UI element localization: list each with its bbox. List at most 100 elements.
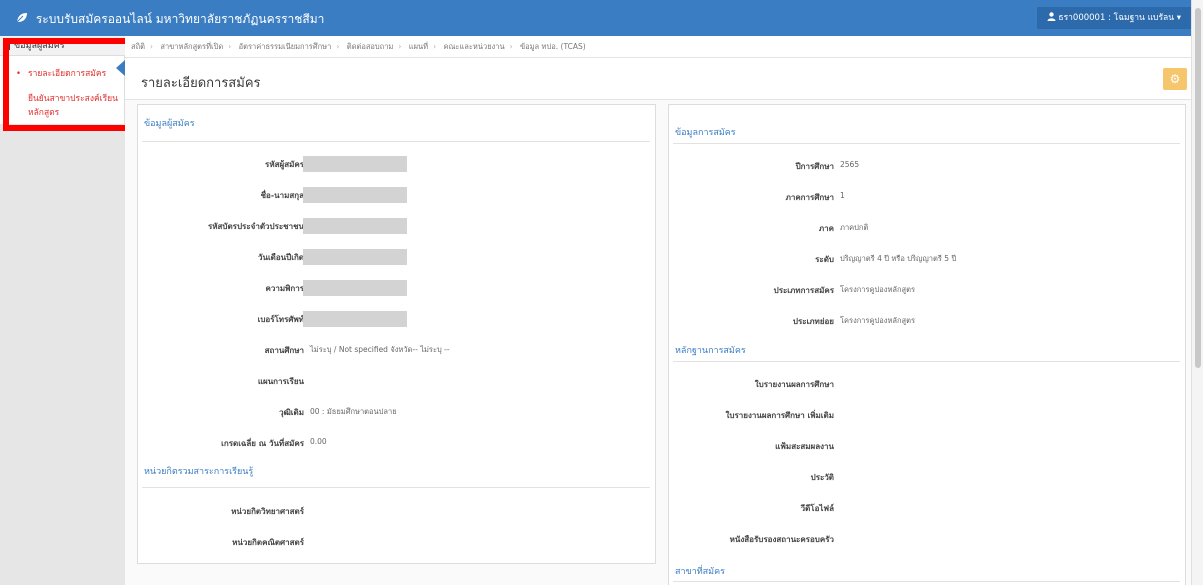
chevron-right-icon: › [150, 42, 153, 51]
sidebar: ข้อมูลผู้สมัคร รายละเอียดการสมัคร ยืนยัน… [0, 36, 125, 585]
top-navbar: ระบบรับสมัครออนไลน์ มหาวิทยาลัยราชภัฏนคร… [0, 0, 1191, 36]
field-label: ภาค [818, 224, 834, 233]
evidence-row: หนังสือรับรองสถานะครอบครัว [669, 533, 834, 549]
field-label: ประวัติ [810, 473, 834, 482]
page-scrollbar[interactable] [1191, 0, 1203, 585]
redacted-value [303, 311, 407, 327]
field-label: หน่วยกิตวิทยาศาสตร์ [231, 507, 304, 516]
section-title: ข้อมูลการสมัคร [675, 128, 736, 138]
user-menu[interactable]: ธรา000001 : โฉมฐาน แบรัลน ▾ [1036, 7, 1191, 29]
field-label: แฟ้มสะสมผลงาน [775, 442, 834, 451]
chevron-right-icon: › [433, 42, 437, 51]
chevron-right-icon: › [398, 42, 402, 51]
field-label: วีดีโอไฟล์ [800, 504, 834, 513]
chevron-right-icon: › [228, 42, 232, 51]
sidebar-menu: รายละเอียดการสมัคร ยืนยันสาขาประสงค์เรีย… [0, 56, 125, 124]
evidence-row: วีดีโอไฟล์ [669, 502, 834, 518]
field-value: 00 : มัธยมศึกษาตอนปลาย [310, 407, 397, 416]
info-row: หน่วยกิตวิทยาศาสตร์ [138, 505, 304, 521]
info-row: สถานศึกษา [138, 344, 304, 360]
settings-button[interactable]: ⚙ [1163, 68, 1187, 90]
field-label: ชื่อ-นามสกุล [260, 191, 304, 200]
evidence-row: ประวัติ [669, 471, 834, 487]
info-row: ปีการศึกษา [669, 160, 834, 176]
page-title: รายละเอียดการสมัคร [141, 76, 261, 91]
info-row: ภาคการศึกษา [669, 191, 834, 207]
info-row: เกรดเฉลี่ย ณ วันที่สมัคร [138, 437, 304, 453]
field-label: ภาคการศึกษา [785, 193, 834, 202]
field-label: เบอร์โทรศัพท์ [257, 315, 304, 324]
divider [673, 143, 1180, 144]
divider [142, 141, 650, 142]
field-label: หน่วยกิตคณิตศาสตร์ [232, 538, 304, 547]
field-value: 2565 [840, 160, 860, 169]
redacted-value [303, 218, 407, 234]
field-label: ใบรายงานผลการศึกษา [754, 380, 834, 389]
info-row: หน่วยกิตคณิตศาสตร์ [138, 536, 304, 552]
divider [673, 361, 1180, 362]
user-icon [4, 42, 10, 50]
breadcrumb-item[interactable]: คณะและหน่วยงาน [443, 42, 504, 51]
field-label: ระดับ [815, 255, 834, 264]
app-brand[interactable]: ระบบรับสมัครออนไลน์ มหาวิทยาลัยราชภัฏนคร… [16, 10, 324, 29]
info-row: แผนการเรียน [138, 375, 304, 391]
evidence-row: แฟ้มสะสมผลงาน [669, 440, 834, 456]
info-row: ภาค [669, 222, 834, 238]
field-value: ภาคปกติ [840, 223, 869, 232]
section-title: ข้อมูลผู้สมัคร [144, 119, 195, 129]
info-row: เบอร์โทรศัพท์ [138, 313, 304, 329]
field-value: 0.00 [310, 437, 327, 446]
field-value: โครงการคูปองหลักสูตร [840, 285, 916, 294]
field-label: วันเดือนปีเกิด [257, 253, 304, 262]
application-info-panel: ข้อมูลการสมัคร ปีการศึกษา 2565 ภาคการศึก… [668, 104, 1186, 585]
field-label: หนังสือรับรองสถานะครอบครัว [729, 535, 834, 544]
breadcrumb-item[interactable]: อัตราค่าธรรมเนียมการศึกษา [239, 42, 332, 51]
gear-icon: ⚙ [1169, 72, 1181, 86]
field-label: ความพิการ [265, 284, 304, 293]
info-row: ประเภทการสมัคร [669, 284, 834, 300]
sidebar-item-application-details[interactable]: รายละเอียดการสมัคร [0, 64, 124, 84]
breadcrumb-item[interactable]: แผนที่ [409, 42, 428, 51]
field-value: 1 [840, 191, 845, 200]
breadcrumb-item[interactable]: ติดต่อสอบถาม [347, 42, 394, 51]
field-label: รหัสบัตรประจำตัวประชาชน [207, 222, 304, 231]
user-icon [1047, 12, 1059, 23]
breadcrumb-item[interactable]: ข้อมูล ทปอ. (TCAS) [520, 42, 586, 51]
field-label: ประเภทการสมัคร [773, 286, 834, 295]
info-row: ความพิการ [138, 282, 304, 298]
field-label: วุฒิเดิม [279, 408, 304, 417]
field-label: ปีการศึกษา [795, 162, 834, 171]
breadcrumb-item[interactable]: สถิติ [131, 42, 145, 51]
info-row: ชื่อ-นามสกุล [138, 189, 304, 205]
section-title: หลักฐานการสมัคร [675, 346, 746, 356]
section-title: หน่วยกิตรวมสาระการเรียนรู้ [144, 467, 254, 477]
info-row: รหัสผู้สมัคร [138, 158, 304, 174]
redacted-value [303, 187, 407, 203]
info-row: ระดับ [669, 253, 834, 269]
field-value: โครงการคูปองหลักสูตร [840, 316, 916, 325]
evidence-row: ใบรายงานผลการศึกษา เพิ่มเติม [669, 409, 834, 425]
field-label: แผนการเรียน [257, 377, 304, 386]
info-row: วันเดือนปีเกิด [138, 251, 304, 267]
applicant-info-panel: ข้อมูลผู้สมัคร รหัสผู้สมัคร ชื่อ-นามสกุล… [137, 104, 656, 564]
sidebar-header-label: ข้อมูลผู้สมัคร [14, 41, 65, 51]
breadcrumb: สถิติ › สาขาหลักสูตรที่เปิด › อัตราค่าธรรม… [125, 36, 1191, 58]
app-title: ระบบรับสมัครออนไลน์ มหาวิทยาลัยราชภัฏนคร… [35, 12, 325, 26]
main-content: ข้อมูลผู้สมัคร รหัสผู้สมัคร ชื่อ-นามสกุล… [125, 100, 1191, 585]
redacted-value [303, 156, 407, 172]
chevron-right-icon: › [336, 42, 340, 51]
field-label: ใบรายงานผลการศึกษา เพิ่มเติม [725, 411, 834, 420]
breadcrumb-item[interactable]: สาขาหลักสูตรที่เปิด [160, 42, 223, 51]
page-header: รายละเอียดการสมัคร ⚙ [125, 58, 1191, 100]
chevron-right-icon: › [509, 42, 513, 51]
sidebar-item-confirm-major[interactable]: ยืนยันสาขาประสงค์เรียนหลักสูตร [0, 92, 124, 120]
section-title: สาขาที่สมัคร [675, 567, 725, 577]
divider [142, 487, 650, 488]
redacted-value [303, 249, 407, 265]
active-caret-icon [116, 60, 125, 76]
field-label: สถานศึกษา [264, 346, 304, 355]
scrollbar-thumb[interactable] [1195, 8, 1201, 368]
field-label: ประเภทย่อย [792, 317, 834, 326]
info-row: รหัสบัตรประจำตัวประชาชน [138, 220, 304, 236]
redacted-value [303, 280, 407, 296]
